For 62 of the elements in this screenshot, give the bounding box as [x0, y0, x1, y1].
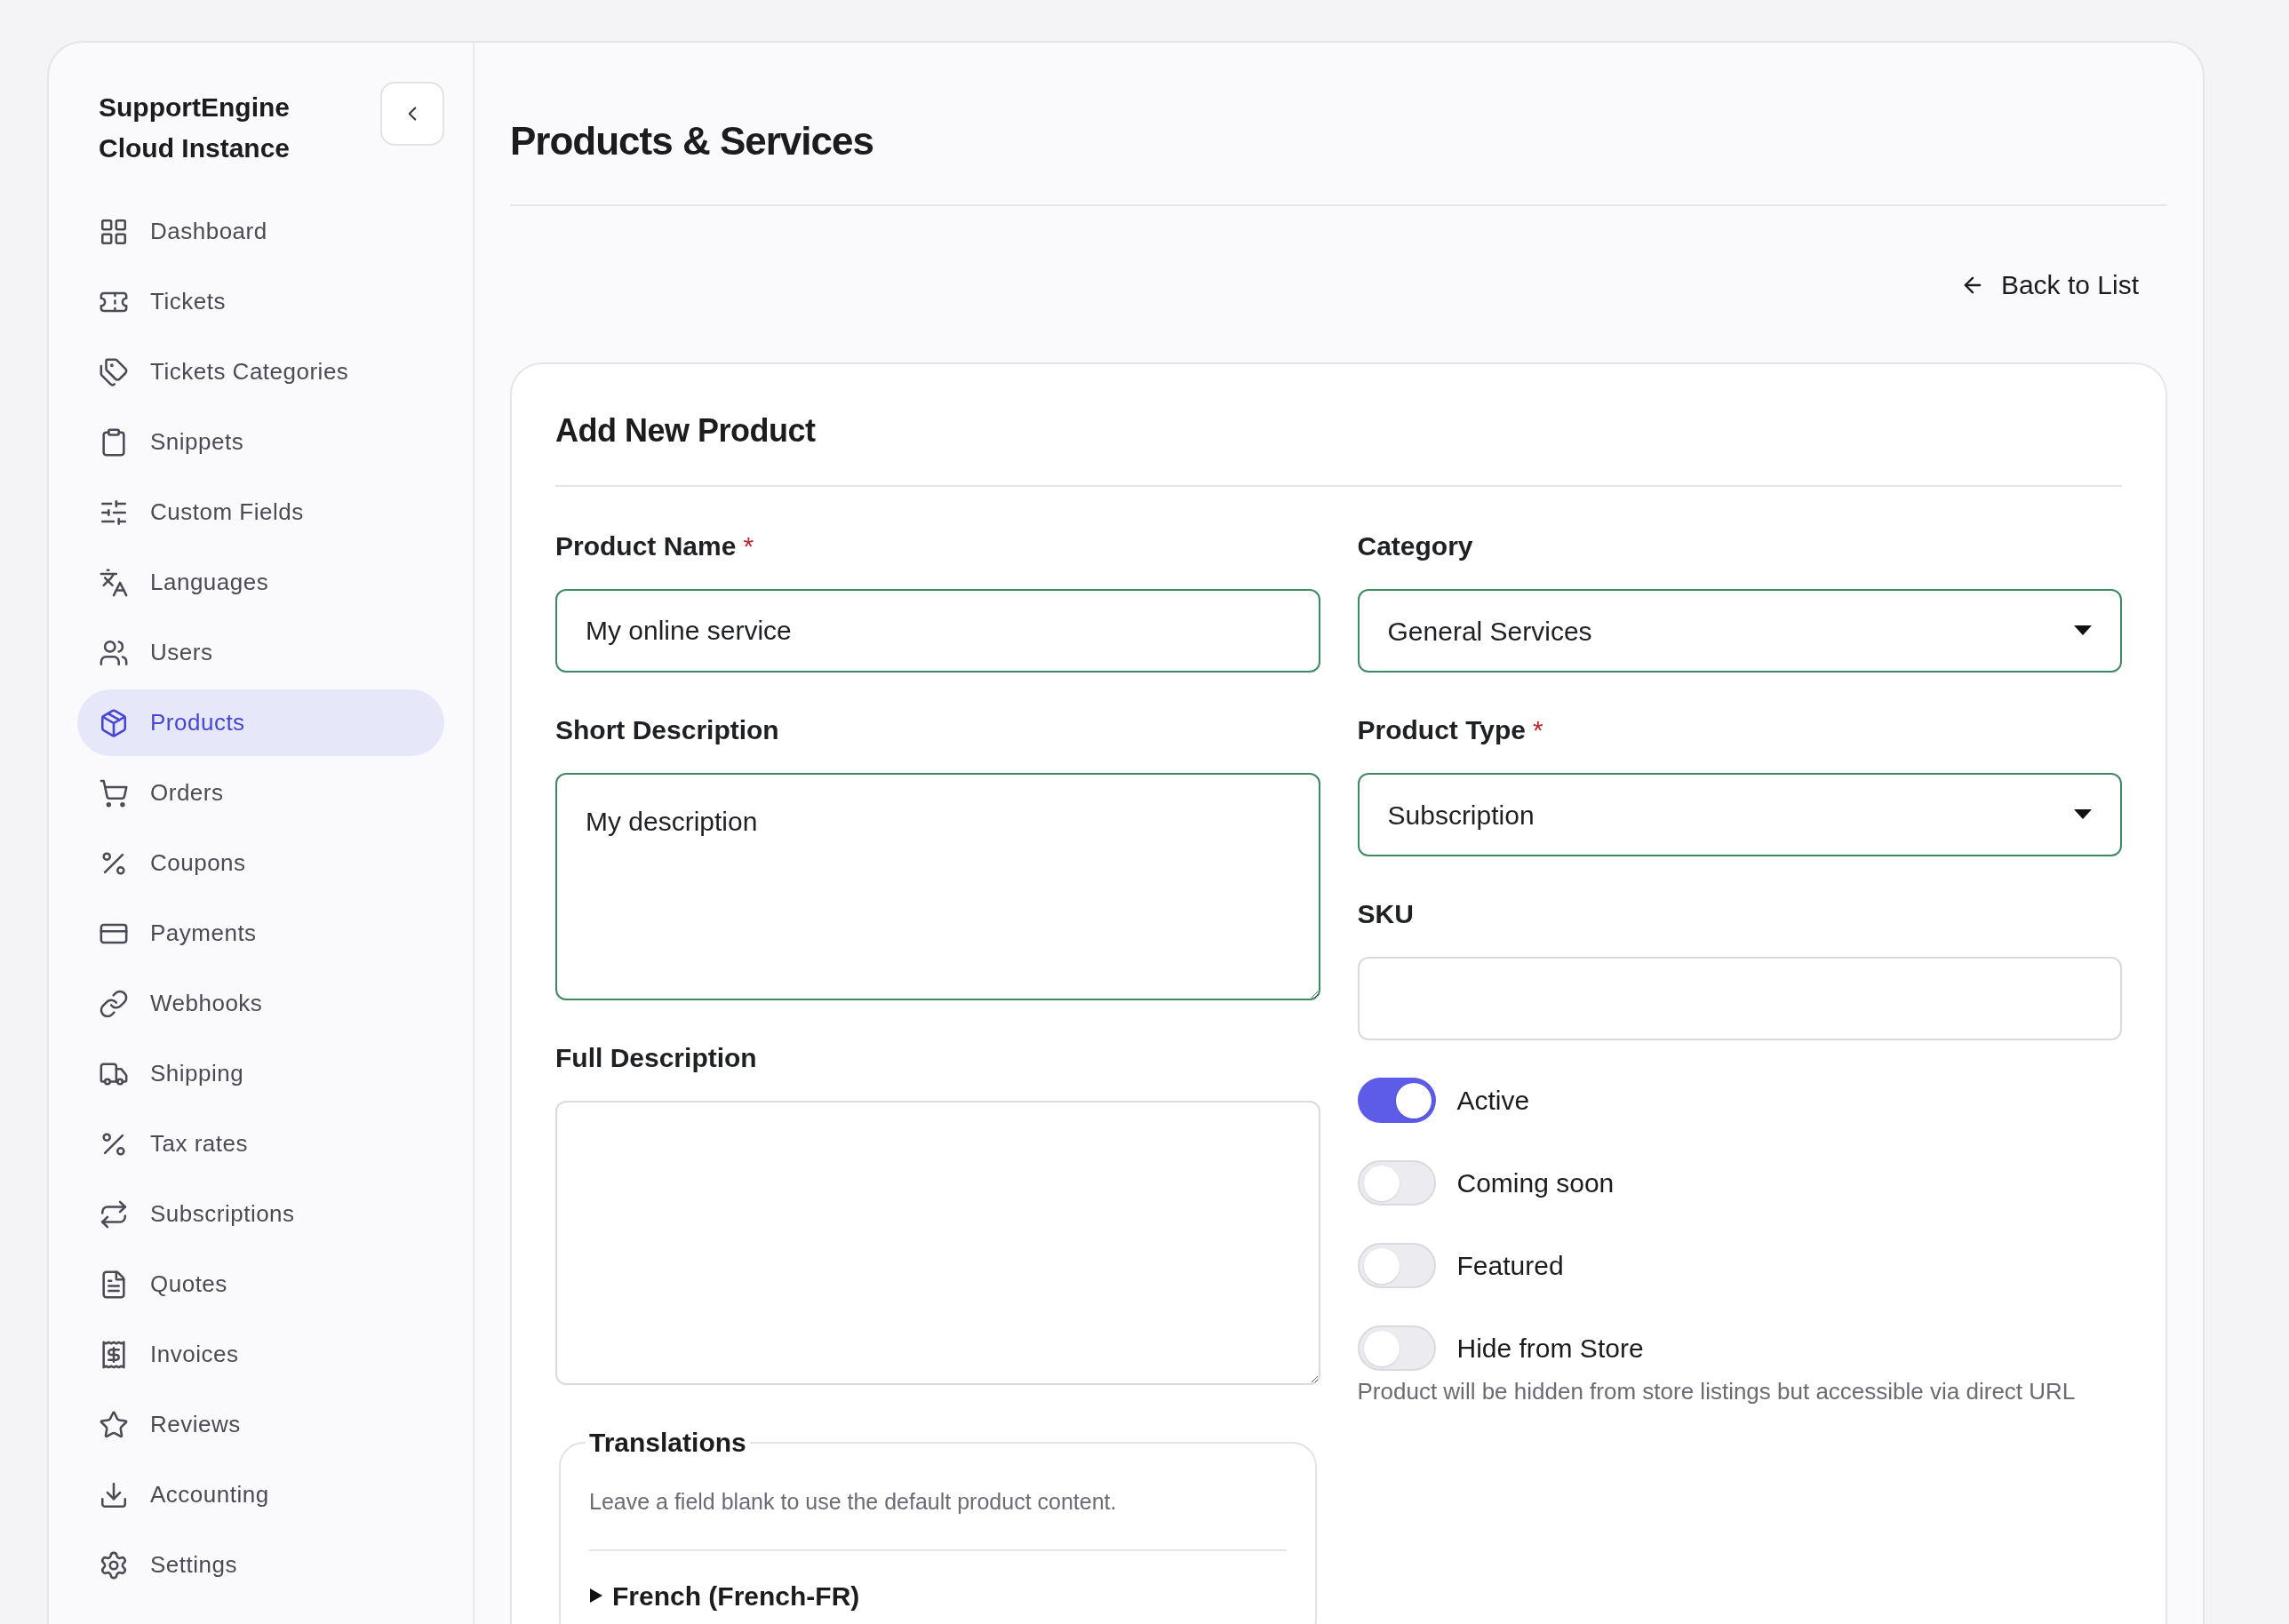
- card-title: Add New Product: [555, 407, 2122, 487]
- app-title: Cloud Instance: [99, 132, 291, 164]
- back-link[interactable]: Back to List: [1959, 265, 2139, 305]
- nav-item[interactable]: Orders: [77, 760, 444, 826]
- hint-text: Product will be hidden from store listings but accessible via direct URL: [1357, 1377, 2077, 1406]
- field-label: Full Description: [555, 1042, 757, 1074]
- field-label: Product Type: [1357, 714, 1526, 746]
- nav-item[interactable]: Languages: [77, 549, 444, 616]
- nav-item[interactable]: Dashboard: [77, 198, 444, 265]
- collapse-button[interactable]: [380, 82, 444, 146]
- nav-item[interactable]: Tax rates: [77, 1111, 444, 1177]
- settings-icon: [99, 1549, 129, 1580]
- nav-item[interactable]: Payments: [77, 900, 444, 967]
- nav-item[interactable]: Reviews: [77, 1391, 444, 1458]
- nav-item[interactable]: Subscriptions: [77, 1181, 444, 1247]
- nav-item[interactable]: Invoices: [77, 1321, 444, 1388]
- link-icon: [99, 988, 129, 1019]
- required-mark: *: [1532, 714, 1543, 746]
- cart-icon: [99, 777, 129, 808]
- nav-item[interactable]: Coupons: [77, 830, 444, 896]
- toggle-label: Coming soon: [1456, 1167, 1615, 1199]
- toggle-switch[interactable]: [1357, 1078, 1436, 1123]
- text-area[interactable]: My description: [555, 773, 1320, 1000]
- field-label: SKU: [1357, 898, 1414, 930]
- translate-icon: [99, 567, 129, 598]
- toggle-switch[interactable]: [1357, 1243, 1436, 1288]
- star-icon: [99, 1409, 129, 1440]
- page-title: Products & Services: [510, 112, 2167, 206]
- toggle-switch[interactable]: [1357, 1325, 1436, 1371]
- select-field[interactable]: Subscription: [1357, 773, 2122, 856]
- language-section[interactable]: French (French-FR): [589, 1550, 1287, 1616]
- repeat-icon: [99, 1198, 129, 1230]
- field-label: Short Description: [555, 714, 779, 746]
- tag-icon: [99, 356, 129, 387]
- text-field[interactable]: My online service: [555, 589, 1320, 673]
- caret-icon: [2074, 809, 2092, 820]
- nav-item[interactable]: Products: [77, 689, 444, 756]
- nav-item[interactable]: Settings: [77, 1532, 444, 1598]
- text-area[interactable]: [555, 1101, 1320, 1385]
- select-field[interactable]: General Services: [1357, 589, 2122, 673]
- required-mark: *: [743, 530, 754, 562]
- text-field[interactable]: [1357, 957, 2122, 1040]
- box-icon: [99, 707, 129, 738]
- nav-item[interactable]: Custom Fields: [77, 479, 444, 545]
- nav-item[interactable]: Tickets Categories: [77, 338, 444, 405]
- field-label: Category: [1357, 530, 1473, 562]
- section-legend: Translations: [586, 1422, 750, 1462]
- nav-item[interactable]: Snippets: [77, 409, 444, 475]
- hint-text: Leave a field blank to use the default product content.: [589, 1462, 1287, 1551]
- toggle-label: Active: [1456, 1085, 1530, 1117]
- caret-icon: [2074, 625, 2092, 636]
- field-label: Product Name: [555, 530, 737, 562]
- nav-item[interactable]: Quotes: [77, 1251, 444, 1318]
- toggle-label: Hide from Store: [1456, 1333, 1644, 1365]
- nav-item[interactable]: Users: [77, 619, 444, 686]
- nav-item[interactable]: Webhooks: [77, 970, 444, 1037]
- nav-item[interactable]: Tickets: [77, 268, 444, 335]
- nav-item[interactable]: Shipping: [77, 1040, 444, 1107]
- app-title: SupportEngine: [99, 92, 291, 123]
- nav-item[interactable]: Accounting: [77, 1461, 444, 1528]
- toggle-switch[interactable]: [1357, 1160, 1436, 1206]
- toggle-label: Featured: [1456, 1250, 1564, 1282]
